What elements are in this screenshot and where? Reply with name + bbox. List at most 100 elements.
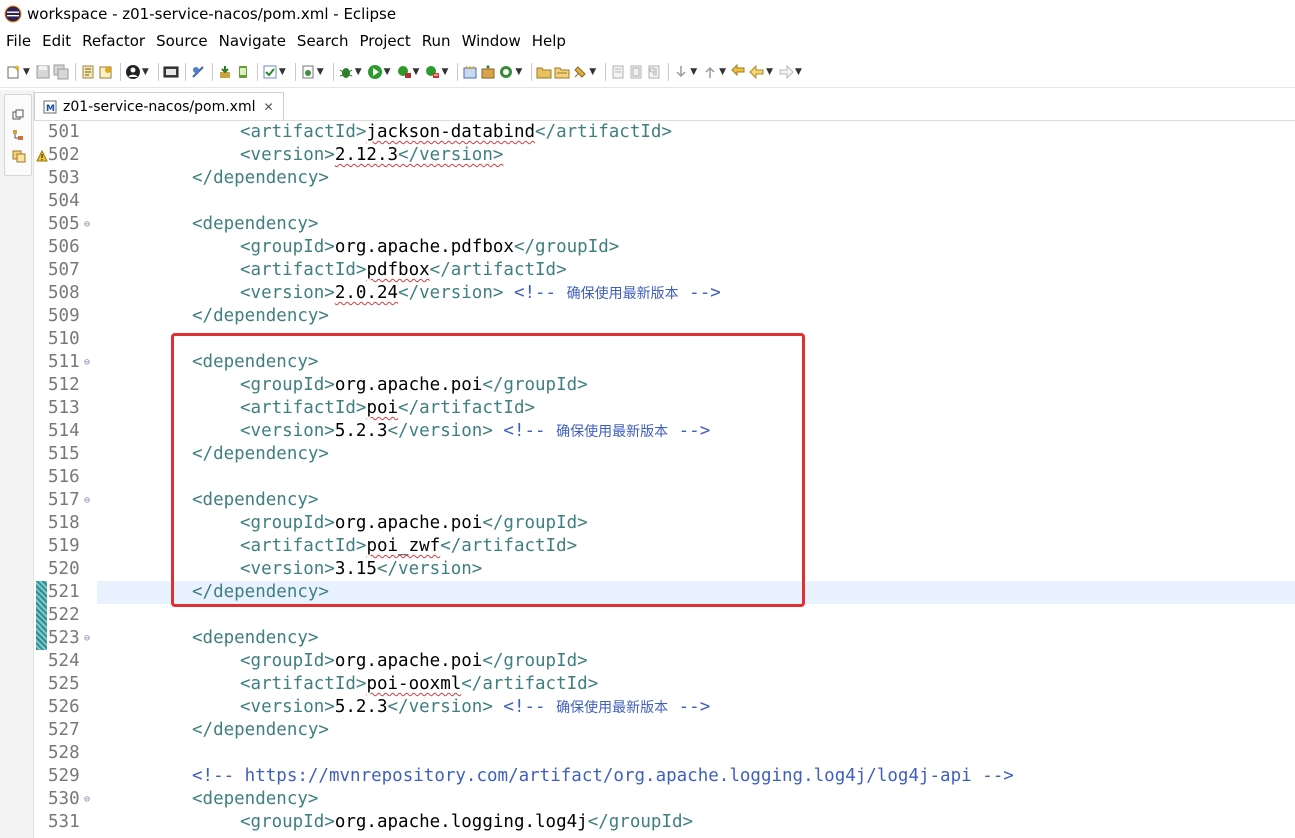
new-class-dropdown-icon[interactable]: ▼ xyxy=(317,67,324,77)
account-button[interactable]: ▼ xyxy=(125,60,152,84)
code-line[interactable]: 502 <version>2.12.3</version> xyxy=(34,144,1295,167)
fold-toggle-icon[interactable]: ⊖ xyxy=(84,627,94,650)
code-line[interactable]: 519 <artifactId>poi_zwf</artifactId> xyxy=(34,535,1295,558)
back-dropdown-icon[interactable]: ▼ xyxy=(766,67,773,77)
menu-refactor[interactable]: Refactor xyxy=(82,32,145,50)
code-line[interactable]: 530 ⊖ <dependency> xyxy=(34,788,1295,811)
run-button[interactable]: ▼ xyxy=(367,60,394,84)
new-project-button[interactable]: ▼ xyxy=(498,60,525,84)
external-tools-button[interactable]: ▼ xyxy=(424,60,451,84)
back-button[interactable]: ▼ xyxy=(749,60,776,84)
android-sdk-button[interactable] xyxy=(235,60,251,84)
code-line[interactable]: 505 ⊖ <dependency> xyxy=(34,213,1295,236)
previous-annotation-button[interactable]: ▼ xyxy=(702,60,729,84)
deploy-button[interactable]: ▼ xyxy=(572,60,599,84)
coverage-button[interactable]: ▼ xyxy=(396,60,423,84)
toggle-mark-occurrences-button[interactable] xyxy=(610,60,626,84)
code-line[interactable]: 509 </dependency> xyxy=(34,305,1295,328)
save-button[interactable] xyxy=(35,60,51,84)
external-tools-dropdown-icon[interactable]: ▼ xyxy=(441,67,448,77)
new-project-dropdown-icon[interactable]: ▼ xyxy=(515,67,522,77)
fold-toggle-icon[interactable]: ⊖ xyxy=(84,489,94,512)
hierarchy-view-icon[interactable] xyxy=(12,129,24,141)
fold-toggle-icon[interactable]: ⊖ xyxy=(84,788,94,811)
menu-run[interactable]: Run xyxy=(422,32,451,50)
task-dropdown-icon[interactable]: ▼ xyxy=(279,67,286,77)
new-wizard-dropdown-icon[interactable]: ▼ xyxy=(23,67,30,77)
toolbar-separator xyxy=(184,62,186,81)
code-line[interactable]: 524 <groupId>org.apache.poi</groupId> xyxy=(34,650,1295,673)
fold-toggle-icon[interactable]: ⊖ xyxy=(84,213,94,236)
menu-search[interactable]: Search xyxy=(297,32,349,50)
coverage-dropdown-icon[interactable]: ▼ xyxy=(413,67,420,77)
debug-dropdown-icon[interactable]: ▼ xyxy=(355,67,362,77)
open-folder-button[interactable] xyxy=(536,60,552,84)
code-line[interactable]: 527 </dependency> xyxy=(34,719,1295,742)
new-java-class-button[interactable]: ▼ xyxy=(300,60,327,84)
new-wizard-button[interactable]: ▼ xyxy=(6,60,33,84)
toggle-block-selection-button[interactable] xyxy=(628,60,644,84)
menu-file[interactable]: File xyxy=(6,32,31,50)
code-line[interactable]: 512 <groupId>org.apache.poi</groupId> xyxy=(34,374,1295,397)
code-line[interactable]: 511 ⊖ <dependency> xyxy=(34,351,1295,374)
save-all-button[interactable] xyxy=(53,60,69,84)
code-line[interactable]: 528 xyxy=(34,742,1295,765)
menu-edit[interactable]: Edit xyxy=(42,32,71,50)
menu-source[interactable]: Source xyxy=(156,32,208,50)
next-annotation-button[interactable]: ▼ xyxy=(673,60,700,84)
new-package-button[interactable] xyxy=(480,60,496,84)
code-line[interactable]: 518 <groupId>org.apache.poi</groupId> xyxy=(34,512,1295,535)
menu-window[interactable]: Window xyxy=(462,32,521,50)
code-line[interactable]: 510 xyxy=(34,328,1295,351)
editor-tab-pom-xml[interactable]: M z01-service-nacos/pom.xml ✕ xyxy=(34,92,284,120)
code-line[interactable]: 522 xyxy=(34,604,1295,627)
code-line[interactable]: 517 ⊖ <dependency> xyxy=(34,489,1295,512)
code-line[interactable]: 507 <artifactId>pdfbox</artifactId> xyxy=(34,259,1295,282)
last-edit-location-button[interactable] xyxy=(731,60,747,84)
code-line[interactable]: 520 <version>3.15</version> xyxy=(34,558,1295,581)
code-line[interactable]: 526 <version>5.2.3</version> <!-- 确保使用最新版… xyxy=(34,696,1295,719)
menu-help[interactable]: Help xyxy=(532,32,566,50)
code-line[interactable]: 523 ⊖ <dependency> xyxy=(34,627,1295,650)
deploy-dropdown-icon[interactable]: ▼ xyxy=(589,67,596,77)
skip-breakpoints-button[interactable] xyxy=(190,60,206,84)
run-dropdown-icon[interactable]: ▼ xyxy=(384,67,391,77)
task-checkbox-button[interactable]: ▼ xyxy=(262,60,289,84)
code-line[interactable]: 515 </dependency> xyxy=(34,443,1295,466)
code-line[interactable]: 503 </dependency> xyxy=(34,167,1295,190)
debug-button[interactable]: ▼ xyxy=(338,60,365,84)
code-line[interactable]: 525 <artifactId>poi-ooxml</artifactId> xyxy=(34,673,1295,696)
xml-tag: </version> xyxy=(387,697,493,717)
warning-marker-icon[interactable] xyxy=(36,150,48,162)
account-dropdown-icon[interactable]: ▼ xyxy=(142,67,149,77)
open-type-button[interactable] xyxy=(80,60,96,84)
code-line[interactable]: 531 <groupId>org.apache.logging.log4j</gr… xyxy=(34,811,1295,834)
code-line[interactable]: 516 xyxy=(34,466,1295,489)
forward-button[interactable]: ▼ xyxy=(778,60,805,84)
code-line[interactable]: 506 <groupId>org.apache.pdfbox</groupId> xyxy=(34,236,1295,259)
code-line[interactable]: 508 <version>2.0.24</version> <!-- 确保使用最新… xyxy=(34,282,1295,305)
code-line[interactable]: 529 <!-- https://mvnrepository.com/artifa… xyxy=(34,765,1295,788)
menu-navigate[interactable]: Navigate xyxy=(219,32,286,50)
package-explorer-icon[interactable] xyxy=(12,149,26,163)
new-server-button[interactable] xyxy=(462,60,478,84)
code-line[interactable]: 521 </dependency> xyxy=(34,581,1295,604)
fold-toggle-icon[interactable]: ⊖ xyxy=(84,351,94,374)
show-whitespace-button[interactable] xyxy=(646,60,662,84)
install-button[interactable] xyxy=(217,60,233,84)
open-project-button[interactable] xyxy=(554,60,570,84)
xml-tag: <groupId> xyxy=(240,375,335,395)
code-line[interactable]: 504 xyxy=(34,190,1295,213)
xml-source-editor[interactable]: 501 <artifactId>jackson-databind</artifac… xyxy=(34,121,1295,838)
menu-project[interactable]: Project xyxy=(359,32,410,50)
code-line[interactable]: 513 <artifactId>poi</artifactId> xyxy=(34,397,1295,420)
previous-annotation-dropdown-icon[interactable]: ▼ xyxy=(719,67,726,77)
close-tab-icon[interactable]: ✕ xyxy=(264,100,274,114)
restore-icon[interactable] xyxy=(12,109,24,121)
forward-dropdown-icon[interactable]: ▼ xyxy=(795,67,802,77)
code-line[interactable]: 501 <artifactId>jackson-databind</artifac… xyxy=(34,121,1295,144)
next-annotation-dropdown-icon[interactable]: ▼ xyxy=(690,67,697,77)
console-button[interactable] xyxy=(163,60,179,84)
code-line[interactable]: 514 <version>5.2.3</version> <!-- 确保使用最新版… xyxy=(34,420,1295,443)
open-task-button[interactable] xyxy=(98,60,114,84)
